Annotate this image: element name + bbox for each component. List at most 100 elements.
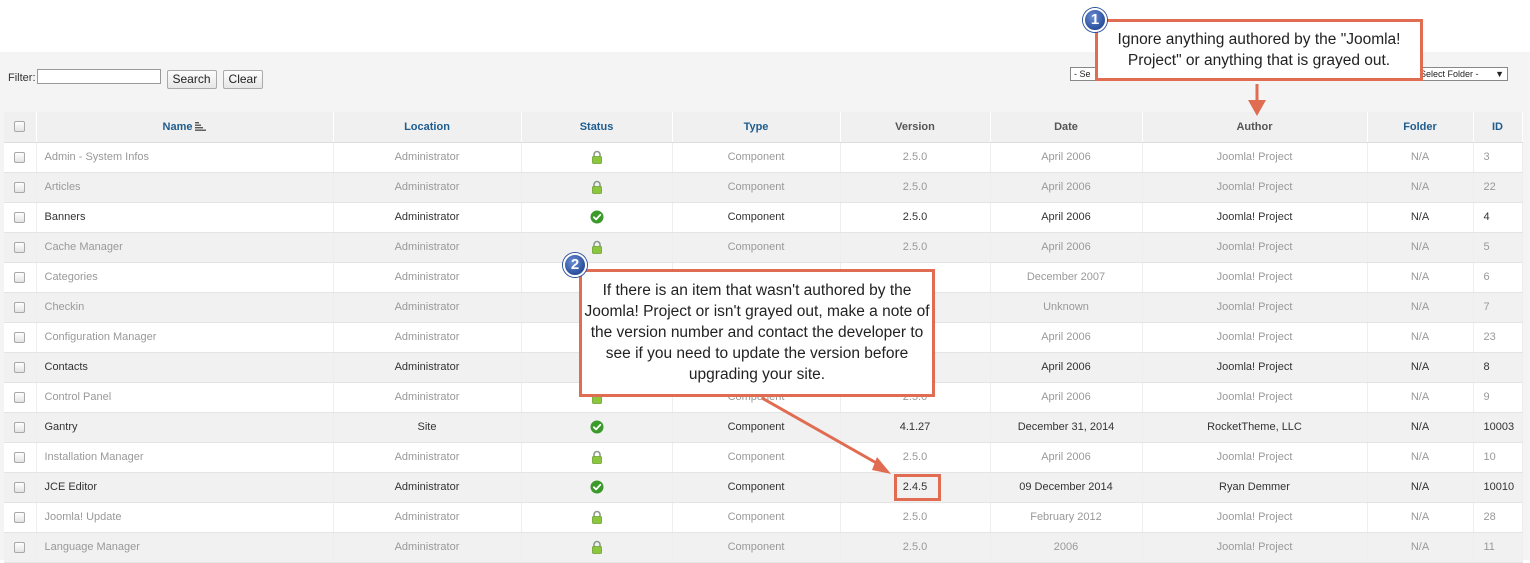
row-select-cell: [4, 352, 37, 383]
extension-type: Component: [672, 142, 841, 173]
extension-author: Joomla! Project: [1142, 442, 1368, 473]
extension-version: 2.5.0: [840, 202, 991, 233]
extension-location: Administrator: [333, 502, 522, 533]
select-all-header: [4, 112, 37, 143]
extension-status: [521, 472, 673, 503]
extension-id: 10010: [1473, 472, 1523, 503]
extension-author: Ryan Demmer: [1142, 472, 1368, 503]
extension-version: 2.5.0: [840, 442, 991, 473]
extension-date: April 2006: [990, 202, 1143, 233]
extension-date: Unknown: [990, 292, 1143, 323]
extension-type: Component: [672, 532, 841, 563]
lock-icon: [591, 450, 602, 464]
col-header-id[interactable]: ID: [1473, 112, 1523, 143]
col-header-folder[interactable]: Folder: [1367, 112, 1474, 143]
extension-location: Administrator: [333, 292, 522, 323]
check-circle-icon[interactable]: [590, 210, 604, 224]
extension-status: [521, 532, 673, 563]
extension-location: Administrator: [333, 382, 522, 413]
folder-select[interactable]: Select Folder - ▼: [1416, 67, 1508, 81]
row-checkbox[interactable]: [14, 541, 26, 553]
extension-name[interactable]: Banners: [36, 202, 334, 233]
extension-location: Administrator: [333, 262, 522, 293]
extension-author: Joomla! Project: [1142, 142, 1368, 173]
row-checkbox[interactable]: [14, 331, 26, 343]
filter-label: Filter:: [8, 71, 36, 84]
check-circle-icon[interactable]: [590, 420, 604, 434]
extension-status: [521, 172, 673, 203]
row-select-cell: [4, 412, 37, 443]
clear-button[interactable]: Clear: [222, 70, 264, 89]
extension-author: Joomla! Project: [1142, 232, 1368, 263]
extension-status: [521, 142, 673, 173]
table-row: Gantry Site Component 4.1.27 December 31, 20…: [4, 412, 1523, 443]
col-header-name-label: Name: [162, 120, 193, 133]
col-header-type[interactable]: Type: [672, 112, 841, 143]
extension-name: Configuration Manager: [36, 322, 334, 353]
state-select-value: - Se: [1074, 69, 1091, 79]
row-checkbox[interactable]: [14, 481, 26, 493]
filter-input[interactable]: [36, 69, 161, 84]
check-circle-icon[interactable]: [590, 480, 604, 494]
row-checkbox[interactable]: [14, 271, 26, 283]
extension-folder: N/A: [1367, 502, 1474, 533]
version-highlight-box: [894, 474, 941, 501]
row-checkbox[interactable]: [14, 451, 26, 463]
extension-version: 2.5.0: [840, 532, 991, 563]
row-select-cell: [4, 532, 37, 563]
extension-version: 4.1.27: [840, 412, 991, 443]
table-row: Joomla! Update Administrator Component 2.5.…: [4, 502, 1523, 533]
col-header-name[interactable]: Name: [36, 112, 334, 143]
extension-location: Administrator: [333, 172, 522, 203]
extension-name[interactable]: JCE Editor: [36, 472, 334, 503]
extension-name: Installation Manager: [36, 442, 334, 473]
extension-type: Component: [672, 232, 841, 263]
select-all-checkbox[interactable]: [14, 121, 26, 133]
row-checkbox[interactable]: [14, 391, 26, 403]
col-header-location[interactable]: Location: [333, 112, 522, 143]
extension-location: Administrator: [333, 442, 522, 473]
search-button[interactable]: Search: [166, 70, 217, 89]
extension-author: RocketTheme, LLC: [1142, 412, 1368, 443]
extension-name[interactable]: Contacts: [36, 352, 334, 383]
extension-version: 2.5.0: [840, 142, 991, 173]
chevron-down-icon: ▼: [1495, 69, 1504, 79]
row-checkbox[interactable]: [14, 151, 26, 163]
row-checkbox[interactable]: [14, 241, 26, 253]
extension-date: April 2006: [990, 382, 1143, 413]
col-header-author: Author: [1142, 112, 1368, 143]
row-select-cell: [4, 172, 37, 203]
lock-icon: [591, 240, 602, 254]
row-checkbox[interactable]: [14, 211, 26, 223]
extension-id: 10: [1473, 442, 1523, 473]
row-checkbox[interactable]: [14, 511, 26, 523]
extension-name[interactable]: Gantry: [36, 412, 334, 443]
sort-icon: [195, 122, 207, 132]
extension-author: Joomla! Project: [1142, 502, 1368, 533]
extension-author: Joomla! Project: [1142, 322, 1368, 353]
extension-status: [521, 442, 673, 473]
lock-icon: [591, 150, 602, 164]
extension-folder: N/A: [1367, 352, 1474, 383]
extension-location: Administrator: [333, 532, 522, 563]
row-checkbox[interactable]: [14, 421, 26, 433]
extension-folder: N/A: [1367, 472, 1474, 503]
extension-id: 9: [1473, 382, 1523, 413]
row-select-cell: [4, 322, 37, 353]
table-header-row: Name Location Status Type Version Date A…: [4, 112, 1523, 143]
extension-id: 7: [1473, 292, 1523, 323]
extension-date: December 2007: [990, 262, 1143, 293]
row-checkbox[interactable]: [14, 361, 26, 373]
extension-author: Joomla! Project: [1142, 172, 1368, 203]
row-checkbox[interactable]: [14, 301, 26, 313]
extension-folder: N/A: [1367, 292, 1474, 323]
col-header-status[interactable]: Status: [521, 112, 673, 143]
extension-date: April 2006: [990, 232, 1143, 263]
row-checkbox[interactable]: [14, 181, 26, 193]
extension-type: Component: [672, 472, 841, 503]
row-select-cell: [4, 232, 37, 263]
extension-location: Administrator: [333, 202, 522, 233]
extension-folder: N/A: [1367, 382, 1474, 413]
extension-status: [521, 202, 673, 233]
extension-date: April 2006: [990, 142, 1143, 173]
